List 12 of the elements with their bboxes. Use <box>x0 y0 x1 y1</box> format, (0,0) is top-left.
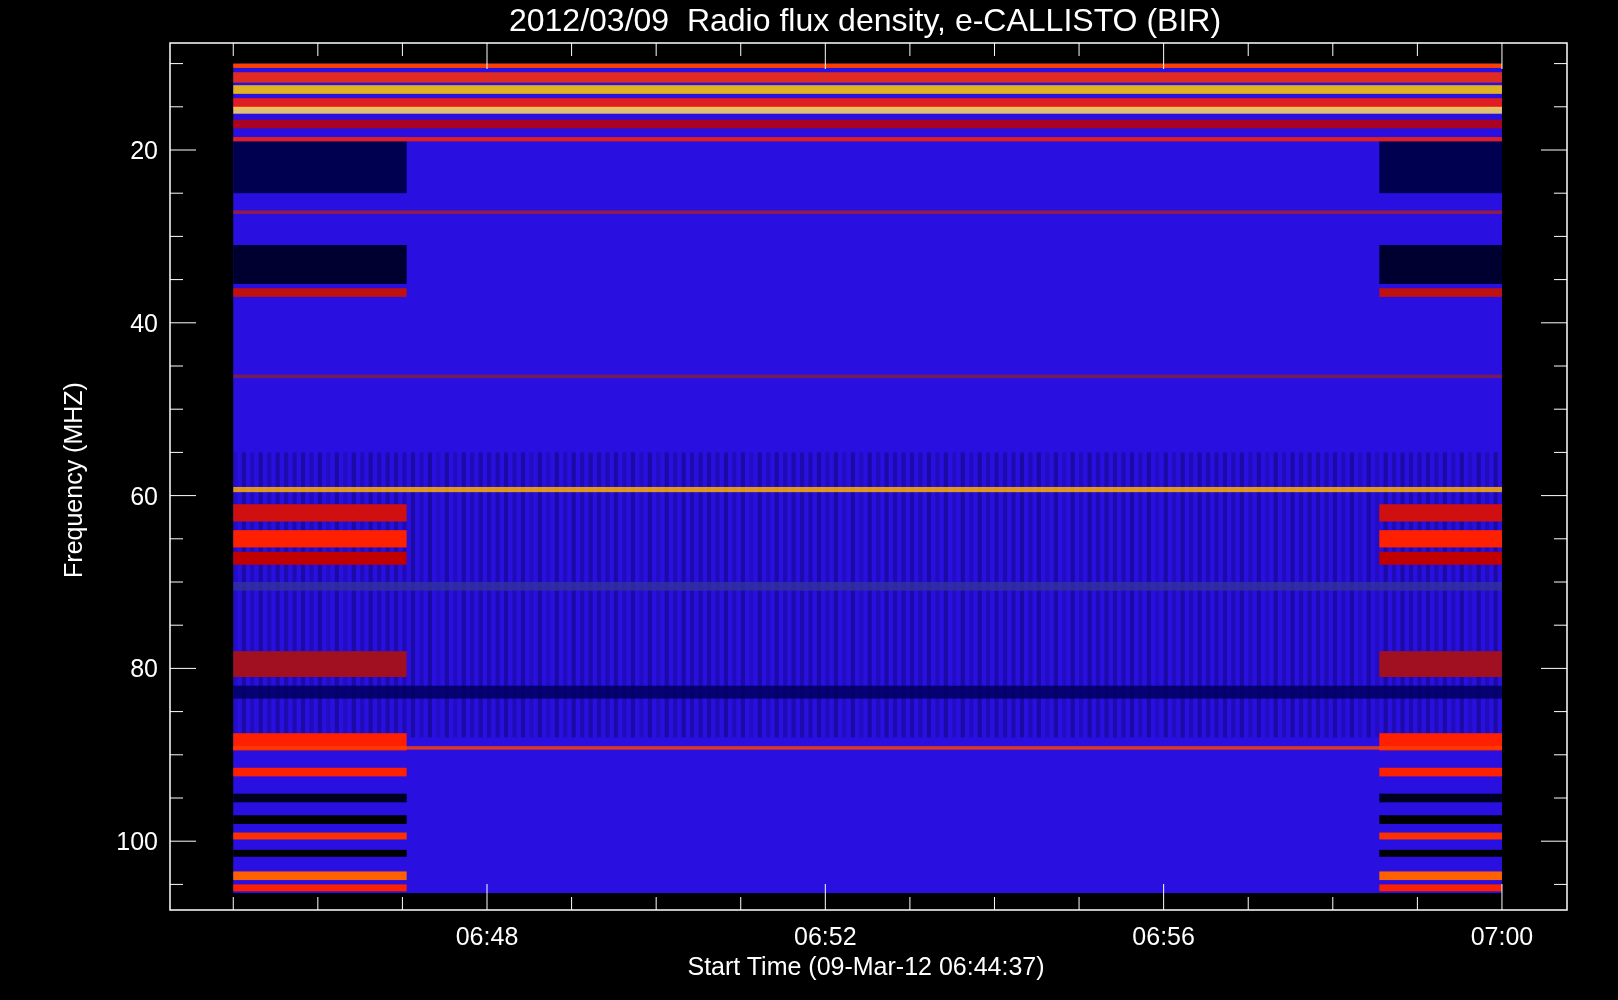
x-tick-label: 07:00 <box>1470 922 1534 950</box>
y-tick-label: 100 <box>116 827 158 856</box>
y-tick-label: 20 <box>130 136 158 164</box>
y-axis-label: Frequency (MHZ) <box>59 382 87 578</box>
y-tick-label: 80 <box>130 654 158 683</box>
x-tick-label: 06:56 <box>1132 922 1195 950</box>
y-tick-label: 40 <box>130 308 158 337</box>
y-tick-label: 60 <box>130 481 158 510</box>
x-tick-label: 06:52 <box>794 922 857 950</box>
x-axis-label: Start Time (09-Mar-12 06:44:37) <box>687 952 1045 980</box>
chart-title: 2012/03/09 Radio flux density, e-CALLISTO (BIR) <box>508 2 1222 38</box>
x-tick-label: 06:48 <box>455 922 519 950</box>
